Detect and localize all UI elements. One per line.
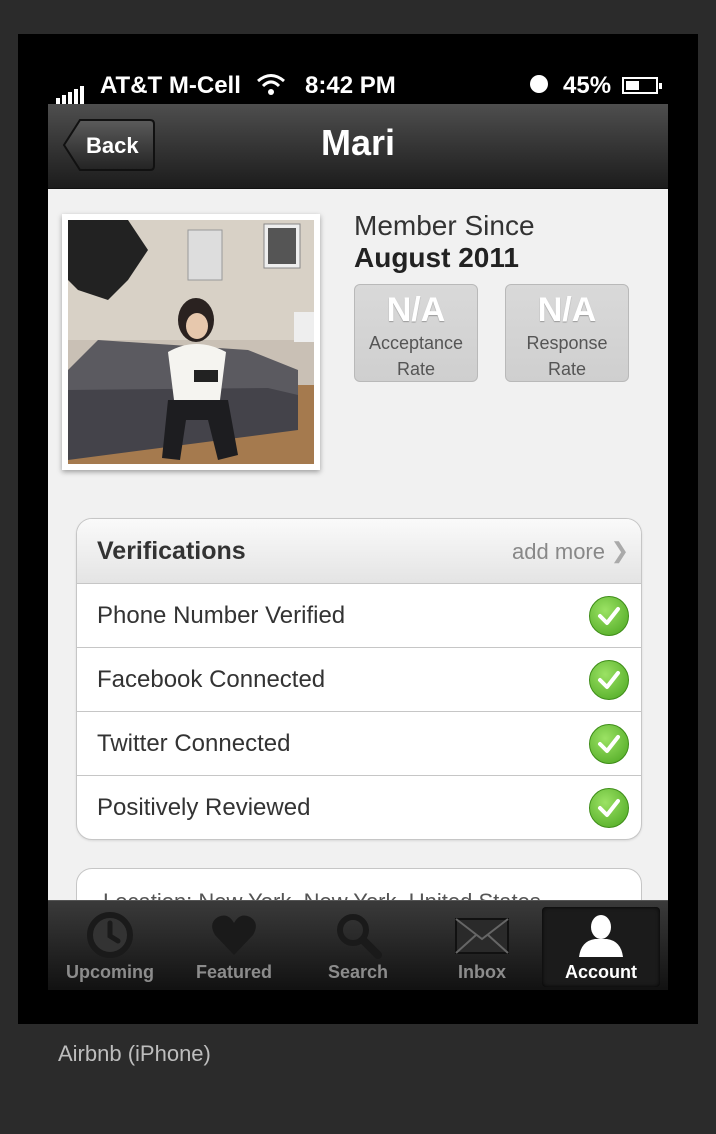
magnifier-icon xyxy=(337,914,382,959)
profile-photo-image xyxy=(68,220,314,464)
tab-inbox[interactable]: Inbox xyxy=(420,901,544,990)
member-since-label: Member Since xyxy=(354,210,535,241)
tab-upcoming[interactable]: Upcoming xyxy=(48,901,172,990)
battery-fill xyxy=(626,81,639,90)
tab-search[interactable]: Search xyxy=(296,901,420,990)
acceptance-rate-value: N/A xyxy=(386,291,446,329)
heart-icon xyxy=(212,915,256,955)
checkmark-icon xyxy=(589,660,629,700)
envelope-icon xyxy=(455,918,509,954)
verifications-header[interactable]: Verifications add more ❯ xyxy=(77,519,641,584)
checkmark-icon xyxy=(589,724,629,764)
app-screen: AT&T M-Cell 8:42 PM 45% Back Mari Member… xyxy=(48,68,668,990)
tab-label: Search xyxy=(327,962,389,982)
add-more-link[interactable]: add more xyxy=(512,539,605,565)
signal-icon xyxy=(56,76,86,104)
alarm-icon xyxy=(530,75,548,93)
checkmark-icon xyxy=(589,596,629,636)
device-frame: AT&T M-Cell 8:42 PM 45% Back Mari Member… xyxy=(18,34,698,1024)
verification-label: Phone Number Verified xyxy=(97,602,346,629)
verification-row: Phone Number Verified xyxy=(77,584,641,648)
clock-icon xyxy=(87,912,133,958)
tab-bar: Upcoming Featured Search Inbox Account xyxy=(48,900,668,990)
tab-label: Inbox xyxy=(458,962,506,982)
page-title: Mari xyxy=(320,122,396,163)
checkmark-icon xyxy=(589,788,629,828)
status-time: 8:42 PM xyxy=(305,72,396,99)
response-rate-label-line1: Response xyxy=(526,333,608,353)
carrier-name: AT&T M-Cell xyxy=(100,72,241,99)
verification-row: Positively Reviewed xyxy=(77,776,641,839)
acceptance-rate-label-line1: Acceptance xyxy=(368,333,464,353)
response-rate-label-line2: Rate xyxy=(547,359,587,379)
tab-featured[interactable]: Featured xyxy=(172,901,296,990)
member-since-date: August 2011 xyxy=(354,242,519,273)
acceptance-rate-label-line2: Rate xyxy=(396,359,436,379)
response-rate-value: N/A xyxy=(537,291,597,329)
response-rate-box: N/A Response Rate xyxy=(505,284,629,382)
wifi-icon xyxy=(256,72,286,103)
tab-label: Upcoming xyxy=(66,962,154,982)
verification-label: Twitter Connected xyxy=(97,730,291,757)
chevron-right-icon: ❯ xyxy=(610,538,629,563)
profile-photo[interactable] xyxy=(62,214,320,470)
tab-label: Featured xyxy=(195,962,273,982)
verifications-panel: Verifications add more ❯ Phone Number Ve… xyxy=(76,518,642,840)
person-icon xyxy=(579,915,623,957)
battery-nub xyxy=(659,83,662,89)
screenshot-caption: Airbnb (iPhone) xyxy=(58,1041,211,1066)
tab-label: Account xyxy=(565,962,637,982)
status-bar: AT&T M-Cell 8:42 PM 45% xyxy=(48,68,668,104)
verification-row: Twitter Connected xyxy=(77,712,641,776)
navigation-bar: Back Mari xyxy=(48,104,668,189)
acceptance-rate-box: N/A Acceptance Rate xyxy=(354,284,478,382)
battery-percent: 45% xyxy=(563,72,612,99)
verifications-title: Verifications xyxy=(97,537,246,565)
verification-label: Facebook Connected xyxy=(97,666,326,693)
verification-label: Positively Reviewed xyxy=(97,794,311,821)
verification-row: Facebook Connected xyxy=(77,648,641,712)
battery-icon xyxy=(622,77,662,94)
tab-account[interactable]: Account xyxy=(542,907,660,987)
